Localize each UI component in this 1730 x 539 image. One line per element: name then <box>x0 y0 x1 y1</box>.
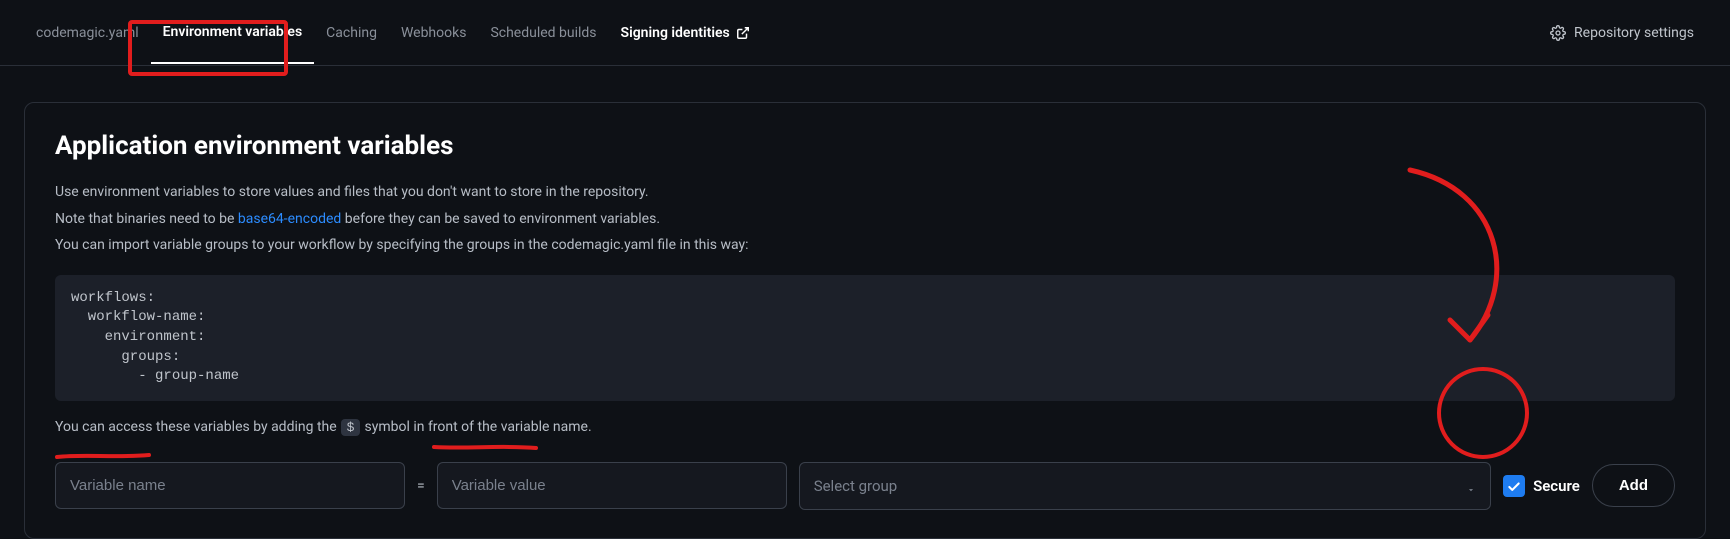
tabs-left: codemagic.yaml Environment variables Cac… <box>24 2 762 63</box>
variable-value-input[interactable] <box>437 462 787 509</box>
yaml-code-block: workflows: workflow-name: environment: g… <box>55 275 1675 401</box>
tab-scheduled-builds[interactable]: Scheduled builds <box>478 3 608 63</box>
variable-name-input[interactable] <box>55 462 405 509</box>
tab-codemagic-yaml[interactable]: codemagic.yaml <box>24 3 151 63</box>
tab-webhooks[interactable]: Webhooks <box>389 3 479 63</box>
repository-settings-link[interactable]: Repository settings <box>1550 25 1706 41</box>
desc-line-2: Note that binaries need to be base64-enc… <box>55 206 1675 233</box>
env-vars-card: Application environment variables Use en… <box>24 102 1706 539</box>
tab-environment-variables[interactable]: Environment variables <box>151 2 315 64</box>
secure-checkbox-wrap: Secure <box>1503 475 1580 497</box>
add-button[interactable]: Add <box>1592 464 1675 507</box>
access-post: symbol in front of the variable name. <box>364 419 591 435</box>
chevron-down-icon <box>1466 481 1476 491</box>
page-title: Application environment variables <box>55 131 1675 161</box>
tab-signing-label: Signing identities <box>621 25 730 41</box>
access-text: You can access these variables by adding… <box>55 419 1675 436</box>
base64-encoded-link[interactable]: base64-encoded <box>238 211 341 227</box>
variable-input-row: = Select group Secure Add <box>55 462 1675 510</box>
desc2-pre: Note that binaries need to be <box>55 211 238 227</box>
gear-icon <box>1550 25 1566 41</box>
tab-signing-identities[interactable]: Signing identities <box>609 3 762 63</box>
external-link-icon <box>736 26 750 40</box>
select-group-placeholder: Select group <box>814 477 898 495</box>
secure-checkbox[interactable] <box>1503 475 1525 497</box>
equals-label: = <box>417 478 425 494</box>
desc2-post: before they can be saved to environment … <box>341 211 660 227</box>
repository-settings-label: Repository settings <box>1574 25 1694 41</box>
select-group-dropdown[interactable]: Select group <box>799 462 1491 510</box>
desc-line-3: You can import variable groups to your w… <box>55 232 1675 259</box>
dollar-badge: $ <box>341 419 361 436</box>
secure-label: Secure <box>1533 477 1580 495</box>
check-icon <box>1507 479 1521 493</box>
tabs-bar: codemagic.yaml Environment variables Cac… <box>0 0 1730 66</box>
tab-caching[interactable]: Caching <box>314 3 389 63</box>
access-pre: You can access these variables by adding… <box>55 419 337 435</box>
desc-line-1: Use environment variables to store value… <box>55 179 1675 206</box>
